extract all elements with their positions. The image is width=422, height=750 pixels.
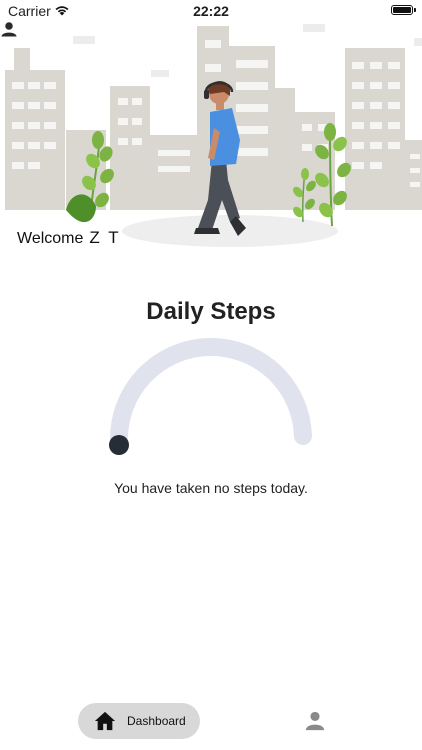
user-avatar-icon[interactable] <box>0 20 18 38</box>
profile-icon[interactable] <box>304 710 326 732</box>
steps-message: You have taken no steps today. <box>114 480 308 496</box>
gauge-knob <box>109 435 129 455</box>
battery-icon <box>391 5 416 15</box>
nav-dashboard-label: Dashboard <box>127 714 186 728</box>
daily-steps-title: Daily Steps <box>146 298 276 325</box>
welcome-label: Welcome <box>17 230 84 247</box>
user-initials: Z T <box>89 228 121 247</box>
steps-progress-gauge <box>109 337 312 455</box>
hero-illustration <box>0 20 422 250</box>
clock: 22:22 <box>193 3 229 19</box>
nav-dashboard-tab[interactable]: Dashboard <box>78 703 200 739</box>
home-icon <box>94 711 116 731</box>
gauge-track <box>109 337 312 451</box>
welcome-text: Welcome Z T <box>17 228 121 248</box>
city-walker-illustration <box>5 24 422 247</box>
bottom-navigation: Dashboard <box>0 695 422 750</box>
